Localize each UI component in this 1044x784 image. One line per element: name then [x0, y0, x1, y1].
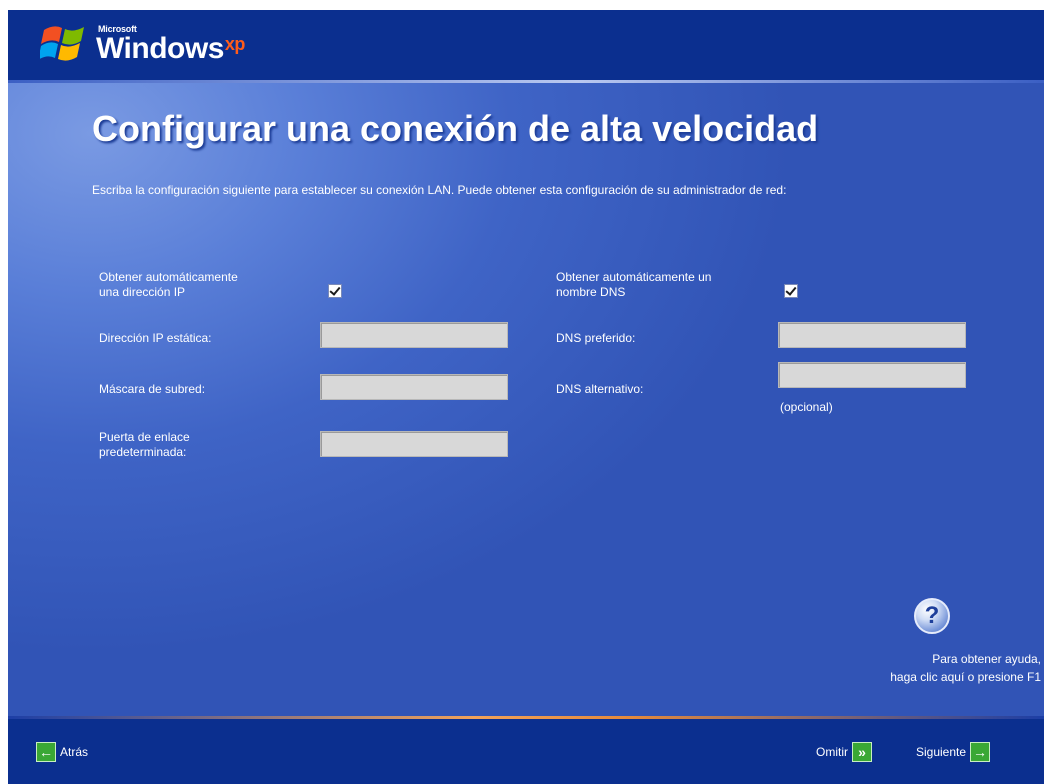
auto-ip-checkbox[interactable] [328, 284, 342, 298]
auto-ip-label: Obtener automáticamente una dirección IP [99, 270, 238, 300]
help-text[interactable]: Para obtener ayuda, haga clic aquí o pre… [768, 650, 1041, 686]
next-arrow-icon: → [970, 742, 991, 762]
subnet-input[interactable] [320, 374, 508, 400]
preferred-dns-input[interactable] [778, 322, 966, 348]
skip-button[interactable]: Omitir » [816, 741, 872, 763]
back-arrow-icon: ← [36, 742, 56, 762]
windows-text: Windows [96, 32, 224, 65]
optional-note: (opcional) [780, 400, 833, 414]
page-title: Configurar una conexión de alta velocida… [92, 108, 819, 149]
auto-dns-label-line1: Obtener automáticamente un [556, 270, 712, 284]
windows-xp-logo: Microsoft Windowsxp [38, 22, 245, 69]
header-bar: Microsoft Windowsxp [8, 10, 1044, 80]
help-text-line2: haga clic aquí o presione F1 [890, 670, 1041, 684]
auto-ip-label-line2: una dirección IP [99, 285, 186, 299]
alternate-dns-label: DNS alternativo: [556, 382, 644, 396]
windows-flag-icon [38, 26, 84, 61]
help-text-line1: Para obtener ayuda, [932, 652, 1041, 666]
help-question-icon[interactable]: ? [914, 598, 950, 634]
static-ip-input[interactable] [320, 322, 508, 348]
preferred-dns-label: DNS preferido: [556, 331, 636, 345]
footer-bar: ← Atrás Omitir » Siguiente → [8, 719, 1044, 784]
auto-dns-checkbox[interactable] [784, 284, 798, 298]
next-label: Siguiente [916, 745, 967, 759]
help-glyph: ? [924, 602, 940, 629]
subnet-label: Máscara de subred: [99, 382, 206, 396]
static-ip-label: Dirección IP estática: [99, 331, 212, 345]
auto-ip-label-line1: Obtener automáticamente [99, 270, 238, 284]
auto-dns-label-line2: nombre DNS [556, 285, 626, 299]
gateway-label-line1: Puerta de enlace [99, 430, 190, 444]
gateway-input[interactable] [320, 431, 508, 457]
back-label: Atrás [60, 745, 89, 759]
skip-fast-forward-icon: » [852, 742, 872, 762]
main-panel [8, 83, 1044, 716]
gateway-label-line2: predeterminada: [99, 445, 187, 459]
windows-wordmark: Windowsxp [96, 32, 245, 66]
back-button[interactable]: ← Atrás [36, 741, 88, 763]
alternate-dns-input[interactable] [778, 362, 966, 388]
skip-label: Omitir [816, 745, 848, 759]
setup-window: Microsoft Windowsxp Configurar una conex… [8, 10, 1044, 784]
gateway-label: Puerta de enlace predeterminada: [99, 430, 190, 460]
page-description: Escriba la configuración siguiente para … [92, 183, 787, 197]
xp-text: xp [224, 34, 246, 54]
auto-dns-label: Obtener automáticamente un nombre DNS [556, 270, 711, 300]
next-button[interactable]: Siguiente → [916, 741, 991, 763]
